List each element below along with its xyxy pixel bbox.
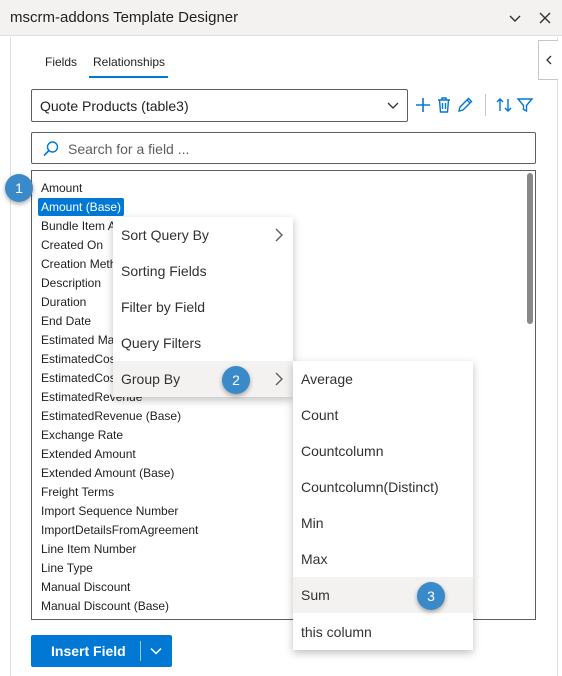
submenu-item-min[interactable]: Min (293, 505, 473, 541)
list-item[interactable]: Import Sequence Number (38, 502, 181, 520)
toolbar-separator (485, 94, 486, 116)
close-icon (539, 12, 551, 24)
list-item[interactable]: Manual Discount (Base) (38, 597, 172, 615)
sort-icon[interactable] (494, 95, 514, 115)
filter-icon[interactable] (515, 95, 535, 115)
list-item[interactable]: Description (38, 274, 104, 292)
list-item[interactable]: EstimatedCos (38, 369, 119, 387)
list-item[interactable]: Freight Terms (38, 483, 117, 501)
menu-item-sort-query-by[interactable]: Sort Query By (113, 217, 293, 253)
menu-item-sorting-fields[interactable]: Sorting Fields (113, 253, 293, 289)
step-badge-1: 1 (5, 174, 33, 202)
submenu-item-countcolumn-distinct[interactable]: Countcolumn(Distinct) (293, 469, 473, 505)
scrollbar-thumb[interactable] (527, 173, 533, 324)
menu-item-filter-by-field[interactable]: Filter by Field (113, 289, 293, 325)
add-icon[interactable] (413, 95, 433, 115)
title-bar: mscrm-addons Template Designer (0, 0, 562, 36)
menu-item-label: Count (301, 407, 339, 423)
tab-fields[interactable]: Fields (45, 55, 77, 69)
menu-item-label: Sort Query By (121, 227, 209, 243)
insert-field-label: Insert Field (51, 643, 126, 659)
submenu-item-sum[interactable]: Sum (293, 577, 473, 613)
chevron-down-icon (387, 102, 399, 109)
submenu-item-countcolumn[interactable]: Countcolumn (293, 433, 473, 469)
list-item[interactable]: Created On (38, 236, 106, 254)
chevron-left-icon (545, 55, 551, 65)
tab-relationships[interactable]: Relationships (93, 55, 165, 69)
menu-item-label: this column (301, 624, 372, 640)
relationship-select-value: Quote Products (table3) (40, 98, 189, 114)
chevron-down-icon (150, 647, 162, 655)
list-item[interactable]: EstimatedRevenue (Base) (38, 407, 184, 425)
submenu-item-this-column[interactable]: this column (293, 614, 473, 650)
menu-item-label: Countcolumn(Distinct) (301, 479, 439, 495)
menu-item-label: Average (301, 371, 353, 387)
search-placeholder: Search for a field ... (68, 141, 190, 157)
split-divider (140, 641, 141, 661)
menu-item-query-filters[interactable]: Query Filters (113, 325, 293, 361)
submenu-item-count[interactable]: Count (293, 397, 473, 433)
menu-item-label: Group By (121, 371, 181, 387)
list-item[interactable]: Amount (38, 179, 85, 197)
chevron-right-icon (275, 372, 283, 386)
list-item[interactable]: Creation Meth (38, 255, 119, 273)
collapse-pane-button[interactable] (503, 6, 527, 30)
panel-collapse-tab[interactable] (538, 40, 558, 80)
list-item[interactable]: Line Type (38, 559, 96, 577)
list-item[interactable]: Line Item Number (38, 540, 139, 558)
submenu-item-average[interactable]: Average (293, 361, 473, 397)
list-item[interactable]: Exchange Rate (38, 426, 126, 444)
chevron-down-icon (509, 15, 521, 22)
chevron-right-icon (275, 228, 283, 242)
list-item[interactable]: Duration (38, 293, 89, 311)
menu-item-label: Sorting Fields (121, 263, 207, 279)
window-title: mscrm-addons Template Designer (10, 9, 239, 26)
list-item[interactable]: End Date (38, 312, 94, 330)
context-menu: Sort Query By Sorting Fields Filter by F… (113, 217, 293, 397)
menu-item-label: Sum (301, 587, 330, 603)
search-input[interactable]: Search for a field ... (31, 132, 536, 164)
group-by-submenu: Average Count Countcolumn Countcolumn(Di… (293, 361, 473, 650)
menu-item-label: Countcolumn (301, 443, 384, 459)
list-item[interactable]: ImportDetailsFromAgreement (38, 521, 201, 539)
close-button[interactable] (533, 6, 557, 30)
active-tab-indicator (89, 76, 168, 78)
menu-item-label: Filter by Field (121, 299, 206, 315)
list-item-selected[interactable]: Amount (Base) (38, 198, 125, 216)
list-item[interactable]: Estimated Ma (38, 331, 117, 349)
list-item[interactable]: Bundle Item A (38, 217, 119, 235)
edit-icon[interactable] (455, 95, 475, 115)
list-item[interactable]: Manual Discount (38, 578, 133, 596)
menu-item-label: Query Filters (121, 335, 202, 351)
list-item[interactable]: Extended Amount (Base) (38, 464, 177, 482)
step-badge-3: 3 (417, 582, 445, 610)
menu-item-label: Min (301, 515, 324, 531)
submenu-item-max[interactable]: Max (293, 541, 473, 577)
menu-item-label: Max (301, 551, 328, 567)
delete-icon[interactable] (434, 95, 454, 115)
relationship-select[interactable]: Quote Products (table3) (31, 89, 408, 122)
list-item[interactable]: EstimatedCos (38, 350, 119, 368)
step-badge-2: 2 (222, 366, 250, 394)
insert-field-button[interactable]: Insert Field (31, 635, 172, 667)
menu-item-group-by[interactable]: Group By (113, 361, 293, 397)
list-item[interactable]: Extended Amount (38, 445, 139, 463)
search-icon (43, 141, 59, 157)
